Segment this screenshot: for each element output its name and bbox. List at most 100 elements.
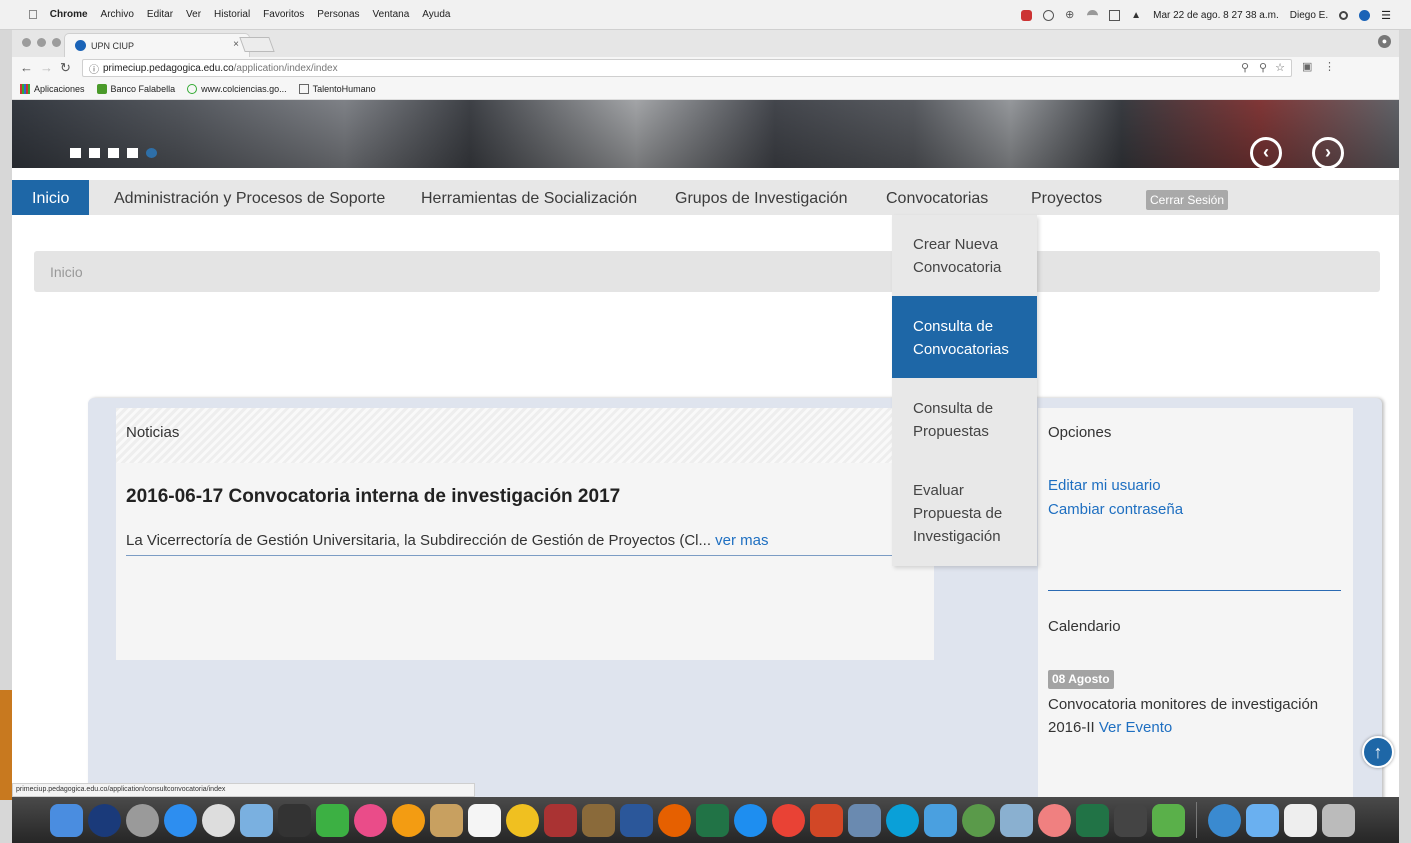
menu-editar[interactable]: Editar [147,9,173,20]
network-icon[interactable] [962,803,995,837]
window-zoom-icon[interactable] [52,38,61,47]
window-close-icon[interactable] [22,38,31,47]
info-icon[interactable]: ⓘ [89,61,99,76]
carousel-next-icon[interactable]: › [1312,137,1344,169]
browser-tab[interactable]: UPN CIUP × [64,33,250,57]
extension-icon[interactable] [1021,9,1033,21]
news-title[interactable]: 2016-06-17 Convocatoria interna de inves… [126,486,620,508]
calendar-icon[interactable] [468,803,501,837]
activity-monitor-icon[interactable] [278,803,311,837]
read-more-link[interactable]: ver mas [715,532,768,549]
change-password-link[interactable]: Cambiar contraseña [1048,501,1183,518]
dropdown-item-crear-convocatoria[interactable]: Crear Nueva Convocatoria [892,233,1037,279]
reload-icon[interactable]: ↻ [60,60,71,76]
menu-favoritos[interactable]: Favoritos [263,9,304,20]
dropdown-item-consulta-propuestas[interactable]: Consulta de Propuestas [892,397,1037,443]
powerpoint-icon[interactable] [810,803,843,837]
bookmark-star-icon[interactable]: ☆ [1275,61,1285,74]
forward-arrow-icon[interactable]: → [40,60,53,75]
menu-ayuda[interactable]: Ayuda [422,9,450,20]
bluetooth-icon[interactable]: ⊕ [1065,9,1076,21]
zoom-icon[interactable]: ⚲ [1259,61,1267,74]
cisco-icon[interactable] [886,803,919,837]
cursor-tool-icon[interactable] [1114,803,1147,837]
nav-administracion[interactable]: Administración y Procesos de Soporte [114,180,385,215]
evernote-icon[interactable] [1152,803,1185,837]
carousel-dot[interactable] [70,148,81,158]
preview-icon[interactable] [240,803,273,837]
photo-booth-icon[interactable] [544,803,577,837]
siri-dock-icon[interactable] [88,803,121,837]
view-event-link[interactable]: Ver Evento [1099,719,1172,736]
clock-text[interactable]: Mar 22 de ago. 8 27 38 a.m. [1153,10,1279,21]
finder-icon[interactable] [50,803,83,837]
dropdown-item-evaluar-propuesta[interactable]: Evaluar Propuesta de Investigación [892,479,1037,548]
bookmark-talento-humano[interactable]: TalentoHumano [298,84,376,94]
itunes-icon[interactable] [354,803,387,837]
apple-icon[interactable]:  [28,7,38,22]
carousel-dot[interactable] [127,148,138,158]
url-bar[interactable]: ⓘ primeciup.pedagogica.edu.co /applicati… [82,59,1292,77]
notification-center-icon[interactable]: ☰ [1381,9,1391,22]
profile-icon[interactable]: ● [1378,35,1391,48]
menu-archivo[interactable]: Archivo [101,9,134,20]
firefox-icon[interactable] [658,803,691,837]
nav-grupos[interactable]: Grupos de Investigación [675,180,848,215]
spotlight-search-icon[interactable] [1339,10,1349,20]
bookmark-banco-falabella[interactable]: Banco Falabella [96,84,175,94]
downloads-icon[interactable] [1208,803,1241,837]
nav-proyectos[interactable]: Proyectos [1031,180,1102,215]
carousel-dot[interactable] [89,148,100,158]
excel-2-icon[interactable] [1076,803,1109,837]
time-machine-icon[interactable] [1043,9,1055,21]
bookmark-aplicaciones[interactable]: Aplicaciones [20,84,85,94]
word-icon[interactable] [620,803,653,837]
volume-icon[interactable]: ▲ [1131,10,1142,21]
logout-button[interactable]: Cerrar Sesión [1146,190,1229,210]
edit-user-link[interactable]: Editar mi usuario [1048,477,1161,494]
migration-icon[interactable] [924,803,957,837]
menu-app-name[interactable]: Chrome [50,9,88,20]
nav-inicio[interactable]: Inicio [12,180,90,215]
wifi-icon[interactable] [1087,9,1099,21]
chrome-menu-icon[interactable]: ⋮ [1324,60,1335,73]
airplay-icon[interactable] [1109,9,1121,21]
carousel-dot-active[interactable] [146,148,157,158]
carousel-dot[interactable] [108,148,119,158]
menu-personas[interactable]: Personas [317,9,359,20]
garageband-icon[interactable] [582,803,615,837]
scroll-to-top-icon[interactable]: ↑ [1362,736,1394,768]
menu-historial[interactable]: Historial [214,9,250,20]
window-minimize-icon[interactable] [37,38,46,47]
back-arrow-icon[interactable]: ← [20,60,33,75]
carousel-prev-icon[interactable]: ‹ [1250,137,1282,169]
tab-close-icon[interactable]: × [233,39,239,50]
new-tab-button[interactable] [239,37,275,52]
system-preferences-icon[interactable] [202,803,235,837]
facetime-icon[interactable] [316,803,349,837]
photos-icon[interactable] [1038,803,1071,837]
scanner-icon[interactable] [848,803,881,837]
excel-icon[interactable] [696,803,729,837]
safari-icon[interactable] [734,803,767,837]
launchpad-icon[interactable] [126,803,159,837]
menu-ver[interactable]: Ver [186,9,201,20]
app-store-icon[interactable] [164,803,197,837]
bookmark-colciencias[interactable]: www.colciencias.go... [187,84,287,94]
ibooks-icon[interactable] [392,803,425,837]
notes-icon[interactable] [430,803,463,837]
nav-herramientas[interactable]: Herramientas de Socialización [421,180,637,215]
chrome-icon[interactable] [772,803,805,837]
breadcrumb-inicio[interactable]: Inicio [50,264,83,280]
siri-icon[interactable] [1359,9,1371,21]
trash-icon[interactable] [1322,803,1355,837]
nav-convocatorias[interactable]: Convocatorias [886,180,988,215]
opera-icon[interactable] [506,803,539,837]
utility-icon[interactable] [1000,803,1033,837]
cast-icon[interactable]: ▣ [1302,60,1312,73]
document-icon[interactable] [1284,803,1317,837]
folder-icon[interactable] [1246,803,1279,837]
dropdown-item-consulta-convocatorias[interactable]: Consulta de Convocatorias [892,296,1037,378]
menu-ventana[interactable]: Ventana [373,9,410,20]
user-name[interactable]: Diego E. [1290,10,1328,21]
